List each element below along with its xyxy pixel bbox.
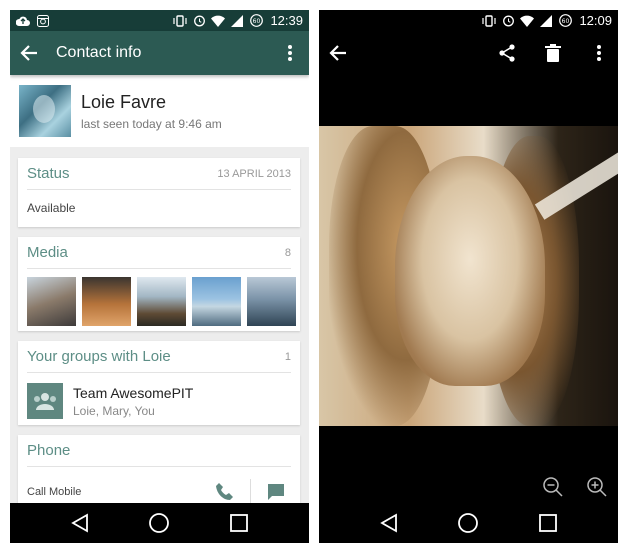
contact-name: Loie Favre <box>81 91 167 112</box>
group-list-item[interactable]: Team AwesomePIT Loie, Mary, You <box>18 373 300 429</box>
back-arrow-icon[interactable] <box>14 38 44 68</box>
clock: 12:09 <box>579 13 612 28</box>
group-members: Loie, Mary, You <box>73 403 155 418</box>
groups-card: Your groups with Loie 1 Team AwesomePIT … <box>18 341 300 425</box>
media-thumbnail[interactable] <box>82 277 131 326</box>
status-card[interactable]: Status 13 APRIL 2013 Available <box>18 158 300 227</box>
nav-recents-icon[interactable] <box>224 508 254 538</box>
nav-recents-icon[interactable] <box>533 508 563 538</box>
status-date: 13 APRIL 2013 <box>217 167 291 180</box>
vibrate-icon <box>482 14 497 28</box>
zoom-controls <box>538 472 612 502</box>
nav-home-icon[interactable] <box>453 508 483 538</box>
photo-viewer-screen: 60 12:09 <box>319 10 618 543</box>
share-icon[interactable] <box>492 38 522 68</box>
alarm-icon <box>192 14 206 28</box>
wifi-icon <box>520 14 535 28</box>
nav-back-icon[interactable] <box>65 508 95 538</box>
call-mobile-label: Call Mobile <box>27 486 82 498</box>
signal-icon <box>230 14 244 28</box>
cloud-upload-icon <box>16 14 30 28</box>
svg-text:60: 60 <box>562 18 570 25</box>
back-arrow-icon[interactable] <box>323 38 353 68</box>
contact-profile[interactable]: Loie Favre last seen today at 9:46 am <box>10 75 309 147</box>
delete-icon[interactable] <box>538 38 568 68</box>
phone-card-title: Phone <box>27 442 71 459</box>
battery-icon: 60 <box>249 14 263 28</box>
overflow-menu-icon[interactable] <box>584 38 614 68</box>
group-icon <box>27 383 63 419</box>
nav-back-icon[interactable] <box>374 508 404 538</box>
media-thumbnail[interactable] <box>137 277 186 326</box>
app-bar <box>319 31 618 75</box>
groups-card-title: Your groups with Loie <box>27 348 171 365</box>
media-count: 8 <box>284 246 291 259</box>
navigation-bar <box>319 503 618 543</box>
group-name: Team AwesomePIT <box>73 384 194 401</box>
page-title: Contact info <box>56 44 142 61</box>
nav-home-icon[interactable] <box>144 508 174 538</box>
clock: 12:39 <box>270 13 303 28</box>
divider <box>250 479 251 505</box>
status-bar: 60 12:09 <box>319 10 618 31</box>
svg-text:60: 60 <box>253 18 261 25</box>
overflow-menu-icon[interactable] <box>275 38 305 68</box>
navigation-bar <box>10 503 309 543</box>
wifi-icon <box>211 14 226 28</box>
media-thumbnail[interactable] <box>27 277 76 326</box>
contact-info-screen: 60 12:39 Contact info Loie Favre last se… <box>10 10 309 543</box>
contact-photo[interactable] <box>319 126 618 426</box>
status-bar: 60 12:39 <box>10 10 309 31</box>
status-card-title: Status <box>27 165 70 182</box>
status-value: Available <box>27 201 76 215</box>
zoom-in-icon[interactable] <box>582 472 612 502</box>
media-thumbnail[interactable] <box>192 277 241 326</box>
media-card: Media 8 <box>18 237 300 331</box>
zoom-out-icon[interactable] <box>538 472 568 502</box>
alarm-icon <box>501 14 515 28</box>
media-thumbnail[interactable] <box>247 277 296 326</box>
avatar[interactable] <box>19 85 71 137</box>
media-card-title: Media <box>27 244 68 261</box>
groups-count: 1 <box>284 350 291 363</box>
instagram-icon <box>36 14 50 28</box>
vibrate-icon <box>173 14 188 28</box>
signal-icon <box>539 14 553 28</box>
app-bar: Contact info <box>10 31 309 75</box>
last-seen-text: last seen today at 9:46 am <box>81 116 222 131</box>
battery-icon: 60 <box>558 14 572 28</box>
